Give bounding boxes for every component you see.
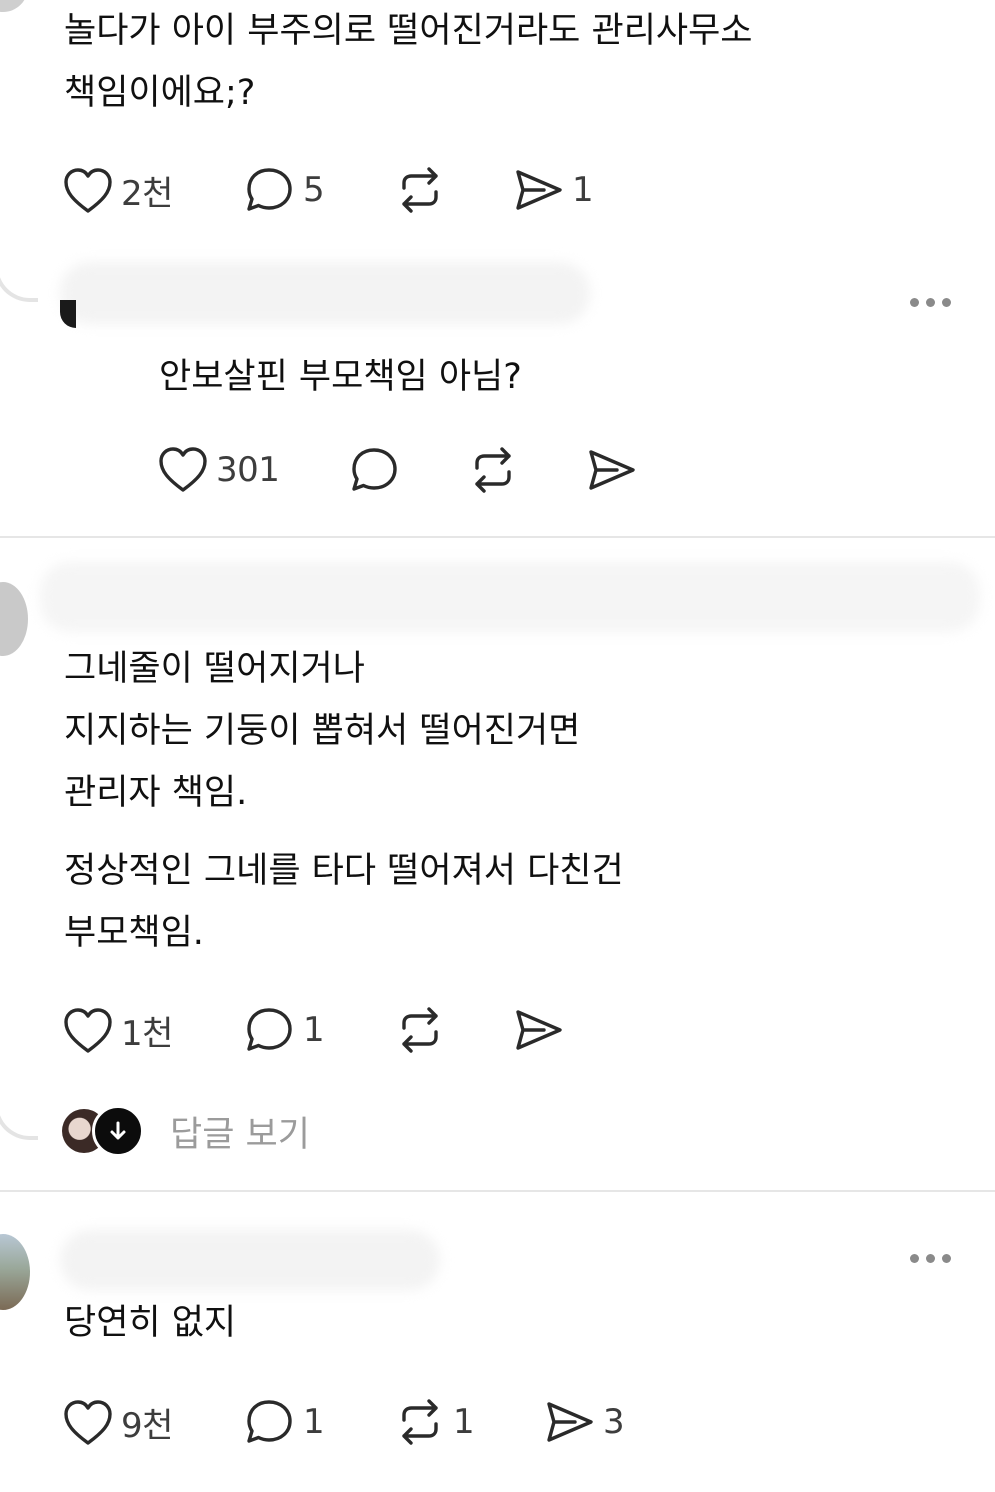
post2-body-paragraph-1: 그네줄이 떨어지거나 지지하는 기둥이 뽑혀서 떨어진거면 관리자 책임. bbox=[64, 638, 580, 824]
arrow-down-icon bbox=[110, 1121, 126, 1140]
repost-icon bbox=[402, 1007, 438, 1053]
post2-comment-count: 1 bbox=[303, 1010, 325, 1050]
repost-icon bbox=[402, 1399, 438, 1445]
comment-bubble-icon bbox=[247, 168, 292, 211]
reply1-body: 안보살핀 부모책임 아님? bbox=[159, 346, 522, 408]
post2-p1-line-1: 그네줄이 떨어지거나 bbox=[64, 649, 365, 689]
post1-line-1: 놀다가 아이 부주의로 떨어진거라도 관리사무소 bbox=[64, 11, 753, 51]
post2-like-count: 1천 bbox=[121, 1014, 173, 1054]
post3-comment-count: 1 bbox=[303, 1402, 325, 1442]
send-icon bbox=[547, 1402, 593, 1442]
post3-comment-button[interactable]: 1 bbox=[245, 1398, 325, 1446]
post1-like-count: 2천 bbox=[121, 174, 173, 214]
post1-avatar[interactable] bbox=[0, 0, 28, 12]
reply1-line-1: 안보살핀 부모책임 아님? bbox=[159, 357, 522, 397]
send-icon bbox=[516, 1010, 562, 1050]
post1-line-2: 책임이에요;? bbox=[64, 73, 256, 113]
comment-bubble-icon bbox=[352, 448, 397, 491]
heart-icon bbox=[159, 447, 207, 492]
heart-icon bbox=[64, 1399, 112, 1445]
view-replies-button[interactable]: 답글 보기 bbox=[62, 1105, 310, 1157]
more-dots-icon bbox=[910, 298, 919, 307]
expand-replies bbox=[92, 1105, 144, 1157]
reply1-like-button[interactable]: 301 bbox=[158, 446, 280, 494]
post1-share-button[interactable]: 1 bbox=[514, 166, 594, 214]
post3-more-button[interactable] bbox=[910, 1254, 951, 1263]
reply1-share-button[interactable] bbox=[587, 446, 637, 494]
reply1-more-button[interactable] bbox=[910, 298, 951, 307]
reply1-thread-connector bbox=[0, 228, 38, 302]
post3-author-header[interactable] bbox=[60, 1230, 440, 1290]
post1-comment-count: 5 bbox=[303, 170, 325, 210]
post2-p1-line-3: 관리자 책임. bbox=[64, 773, 248, 813]
post3-share-count: 3 bbox=[603, 1402, 625, 1442]
more-dot bbox=[942, 1254, 951, 1263]
more-dot bbox=[942, 298, 951, 307]
reply1-comment-button[interactable] bbox=[350, 446, 400, 494]
post2-author-header[interactable] bbox=[40, 562, 980, 632]
view-replies-label: 답글 보기 bbox=[170, 1114, 310, 1155]
post2-body-paragraph-2: 정상적인 그네를 타다 떨어져서 다친건 부모책임. bbox=[64, 840, 624, 964]
heart-icon bbox=[64, 1007, 112, 1053]
comment-bubble-icon bbox=[247, 1400, 292, 1443]
thread-divider-1 bbox=[0, 536, 995, 538]
post2-p1-line-2: 지지하는 기둥이 뽑혀서 떨어진거면 bbox=[64, 711, 581, 751]
post3-like-count: 9천 bbox=[121, 1406, 173, 1446]
post3-share-button[interactable]: 3 bbox=[545, 1398, 625, 1446]
post1-like-button[interactable]: 2천 bbox=[63, 166, 173, 215]
post2-like-button[interactable]: 1천 bbox=[63, 1006, 173, 1055]
post2-share-button[interactable] bbox=[514, 1006, 564, 1054]
post3-avatar[interactable] bbox=[0, 1234, 30, 1310]
post1-body: 놀다가 아이 부주의로 떨어진거라도 관리사무소 책임이에요;? bbox=[64, 0, 753, 124]
repost-icon bbox=[402, 167, 438, 213]
send-icon bbox=[589, 450, 635, 490]
heart-icon bbox=[64, 167, 112, 213]
more-dot bbox=[926, 1254, 935, 1263]
send-icon bbox=[516, 170, 562, 210]
comment-bubble-icon bbox=[247, 1008, 292, 1051]
post2-comment-button[interactable]: 1 bbox=[245, 1006, 325, 1054]
thread-divider-2 bbox=[0, 1190, 995, 1192]
reply1-avatar[interactable] bbox=[60, 300, 76, 328]
reply1-like-count: 301 bbox=[216, 450, 280, 490]
reply1-repost-button[interactable] bbox=[468, 446, 518, 494]
post1-repost-button[interactable] bbox=[395, 166, 453, 214]
post3-repost-button[interactable]: 1 bbox=[395, 1398, 475, 1446]
post1-share-count: 1 bbox=[572, 170, 594, 210]
post3-body: 당연히 없지 bbox=[64, 1292, 236, 1354]
reply1-author-header[interactable] bbox=[60, 262, 590, 324]
post2-repost-button[interactable] bbox=[395, 1006, 445, 1054]
post2-thread-connector bbox=[0, 1076, 38, 1140]
post3-line-1: 당연히 없지 bbox=[64, 1303, 237, 1343]
post3-like-button[interactable]: 9천 bbox=[63, 1398, 173, 1447]
post3-repost-count: 1 bbox=[453, 1402, 475, 1442]
more-dots-icon bbox=[910, 1254, 919, 1263]
post1-comment-button[interactable]: 5 bbox=[245, 166, 325, 214]
post2-p2-line-1: 정상적인 그네를 타다 떨어져서 다친건 bbox=[64, 851, 624, 891]
post2-p2-line-2: 부모책임. bbox=[64, 913, 204, 953]
repost-icon bbox=[475, 447, 511, 493]
more-dot bbox=[926, 298, 935, 307]
post2-avatar[interactable] bbox=[0, 582, 28, 656]
